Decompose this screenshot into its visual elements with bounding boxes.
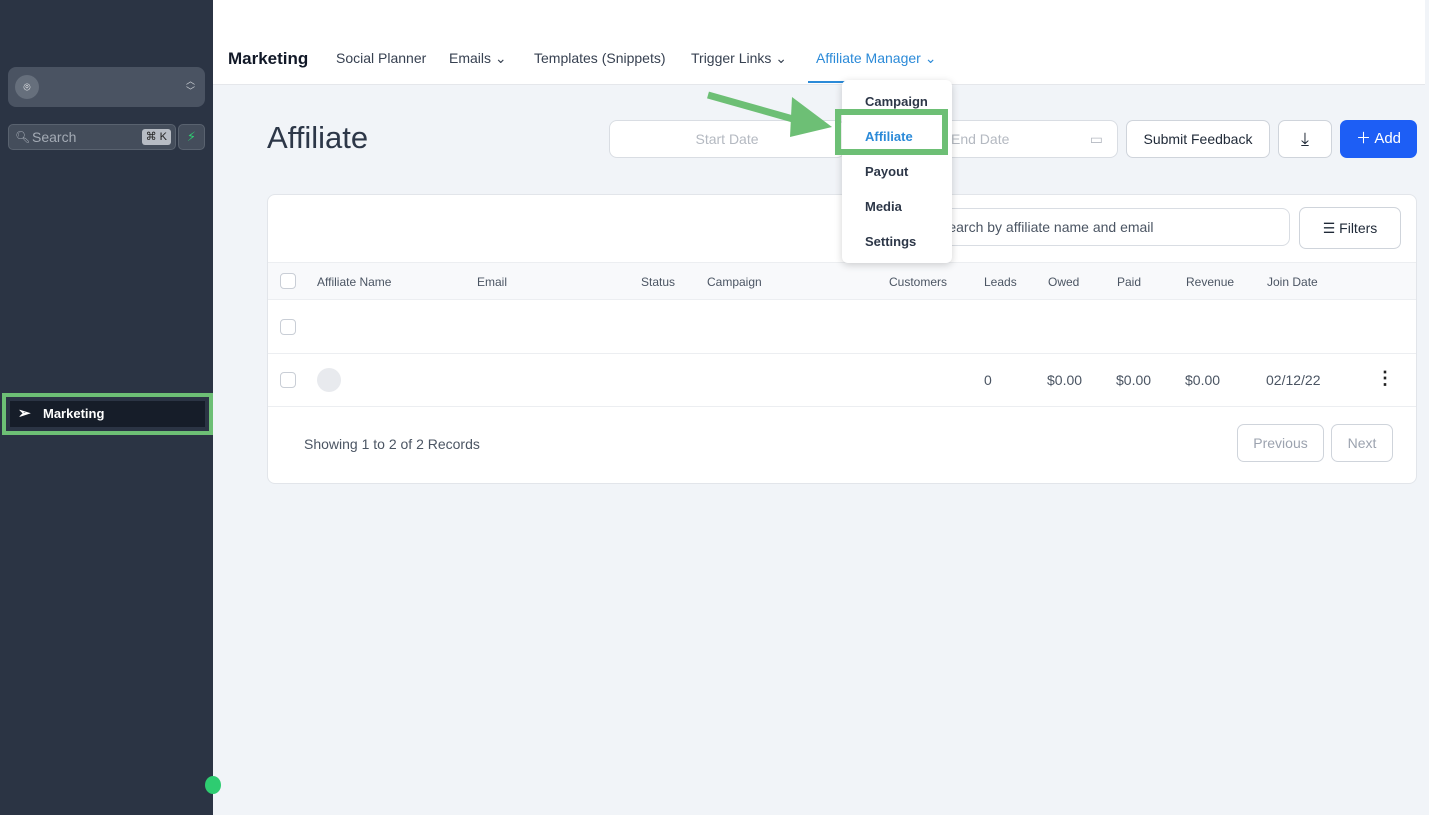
owed-cell: $0.00 [1047, 372, 1083, 388]
calendar-icon: ▭ [1089, 131, 1103, 147]
sidebar: ⌾ ︿ ﹀ 🔍︎ Search ⌘ K ⚡︎ ➢ Marketing [0, 0, 221, 815]
select-all-checkbox[interactable] [280, 273, 296, 289]
table-row[interactable]: 0 $0.00 $0.00 $0.00 02/12/22 ⋮ [268, 354, 1416, 407]
row-checkbox[interactable] [280, 319, 296, 335]
next-button[interactable]: Next [1331, 424, 1393, 462]
col-join-date[interactable]: Join Date [1267, 275, 1318, 289]
col-status[interactable]: Status [641, 275, 675, 289]
table-header: Affiliate Name Email Status Campaign Cus… [268, 262, 1416, 300]
col-campaign[interactable]: Campaign [707, 275, 762, 289]
sidebar-item-label: Marketing [43, 406, 105, 421]
col-affiliate-name[interactable]: Affiliate Name [317, 275, 391, 289]
annotation-arrow [707, 91, 832, 137]
highlight-box [835, 109, 948, 155]
tab-social-planner[interactable]: Social Planner [336, 50, 426, 66]
tab-emails[interactable]: Emails ⌄ [449, 50, 507, 67]
nav-brand: Marketing [228, 49, 309, 68]
paid-cell: $0.00 [1116, 372, 1152, 388]
sidebar-search[interactable]: 🔍︎ Search ⌘ K [8, 124, 176, 150]
search-shortcut: ⌘ K [141, 129, 171, 145]
records-summary: Showing 1 to 2 of 2 Records [304, 436, 480, 452]
send-icon: ➢ [18, 405, 31, 422]
sidebar-item-marketing[interactable]: ➢ Marketing [2, 393, 213, 435]
leads-cell: 0 [984, 372, 992, 388]
filter-icon: ☰ [1322, 220, 1336, 236]
location-switcher[interactable]: ⌾ ︿ ﹀ [8, 67, 205, 107]
table-row[interactable] [268, 300, 1416, 354]
add-button[interactable]: ＋ Add [1340, 120, 1417, 158]
join-date-cell: 02/12/22 [1266, 372, 1321, 388]
submit-feedback-button[interactable]: Submit Feedback [1126, 120, 1270, 158]
col-paid[interactable]: Paid [1117, 275, 1141, 289]
top-nav: Marketing Social Planner Emails ⌄ Templa… [213, 0, 1425, 85]
download-button[interactable]: ⤓ [1278, 120, 1332, 158]
menu-item-campaign[interactable]: Campaign [865, 94, 928, 109]
col-customers[interactable]: Customers [889, 275, 947, 289]
more-options-icon[interactable]: ⋮ [1376, 368, 1394, 389]
affiliate-manager-dropdown: Campaign Affiliate Payout Media Settings [842, 80, 952, 263]
chevron-down-icon: ⌄ [494, 50, 507, 66]
affiliate-search-input[interactable]: Search by affiliate name and email [908, 208, 1290, 246]
revenue-cell: $0.00 [1185, 372, 1221, 388]
tab-trigger-links[interactable]: Trigger Links ⌄ [691, 50, 787, 67]
chevron-down-icon: ⌄ [775, 50, 788, 66]
col-leads[interactable]: Leads [984, 275, 1017, 289]
status-dot [205, 776, 221, 794]
plus-icon: ＋ [1355, 130, 1371, 147]
page-title: Affiliate [267, 120, 369, 155]
filters-button[interactable]: ☰ Filters [1299, 207, 1401, 249]
lightning-icon: ⚡︎ [186, 129, 197, 144]
col-email[interactable]: Email [477, 275, 507, 289]
quick-actions-button[interactable]: ⚡︎ [178, 124, 205, 150]
row-checkbox[interactable] [280, 372, 296, 388]
search-placeholder: Search [32, 129, 77, 145]
search-icon: 🔍︎ [15, 130, 31, 144]
col-owed[interactable]: Owed [1048, 275, 1079, 289]
menu-item-settings[interactable]: Settings [865, 234, 916, 249]
tab-affiliate-manager[interactable]: Affiliate Manager ⌄ [816, 50, 936, 67]
tab-templates[interactable]: Templates (Snippets) [534, 50, 666, 66]
col-revenue[interactable]: Revenue [1186, 275, 1234, 289]
download-icon: ⤓ [1301, 129, 1309, 149]
menu-item-media[interactable]: Media [865, 199, 902, 214]
previous-button[interactable]: Previous [1237, 424, 1324, 462]
menu-item-payout[interactable]: Payout [865, 164, 908, 179]
chevron-updown-icon: ︿ ﹀ [185, 76, 195, 96]
avatar [317, 368, 341, 392]
location-icon: ⌾ [15, 75, 39, 99]
chevron-down-icon: ⌄ [924, 50, 937, 66]
